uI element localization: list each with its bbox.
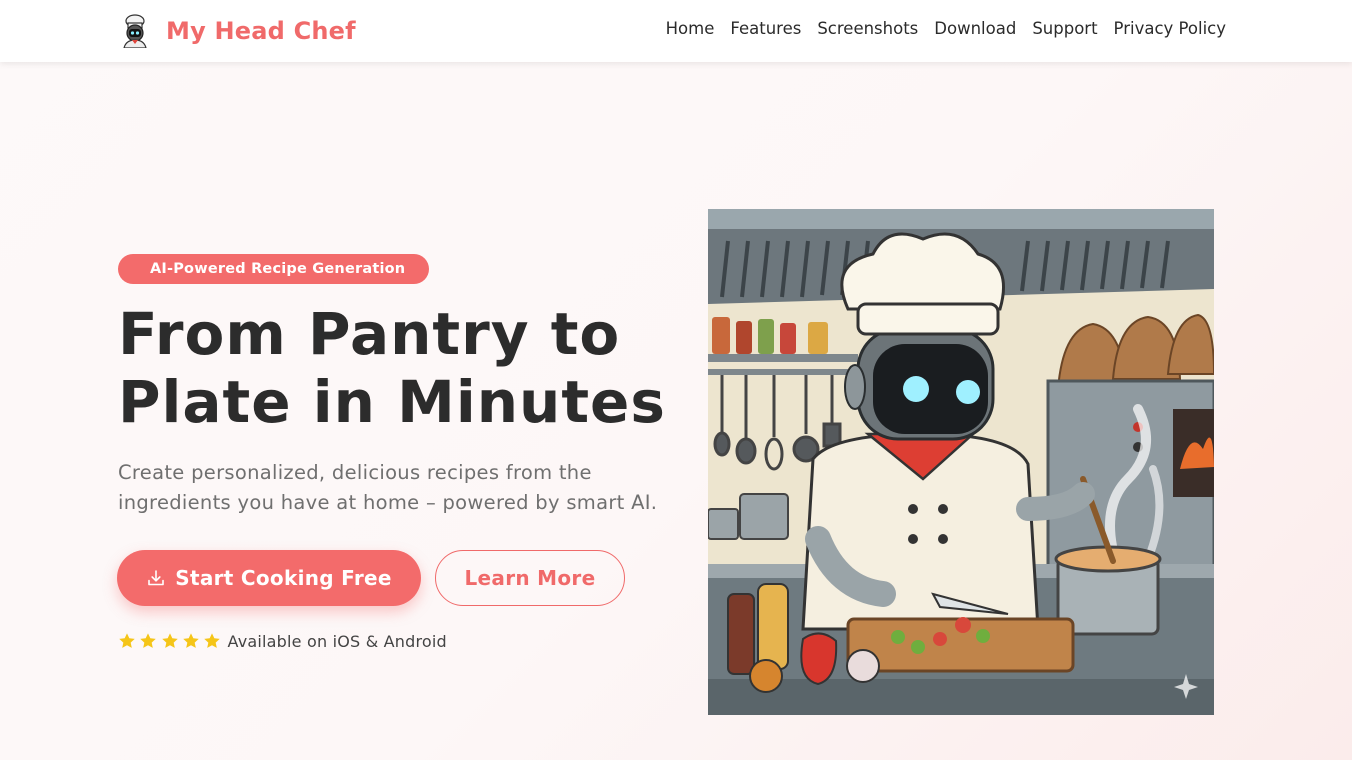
star-icon: [140, 633, 157, 648]
start-cooking-label: Start Cooking Free: [175, 566, 392, 590]
hero-title-line-1: From Pantry to: [118, 300, 621, 368]
brand-link[interactable]: My Head Chef: [118, 14, 356, 48]
top-navbar: My Head Chef Home Features Screenshots D…: [0, 0, 1352, 62]
nav-privacy-policy-link[interactable]: Privacy Policy: [1114, 19, 1226, 38]
availability-text: Available on iOS & Android: [227, 631, 447, 651]
nav-screenshots-link[interactable]: Screenshots: [817, 19, 918, 38]
star-rating: [118, 632, 224, 650]
rating-row: Available on iOS & Android: [118, 630, 447, 652]
nav-links: Home Features Screenshots Download Suppo…: [666, 19, 1226, 38]
learn-more-button[interactable]: Learn More: [435, 550, 625, 606]
nav-home-link[interactable]: Home: [666, 19, 715, 38]
star-icon: [161, 633, 178, 648]
robot-chef-cooking-illustration: [708, 209, 1214, 715]
learn-more-label: Learn More: [464, 566, 596, 590]
download-icon: [148, 570, 165, 586]
star-icon: [119, 633, 135, 648]
star-icon: [204, 633, 220, 648]
nav-support-link[interactable]: Support: [1032, 19, 1097, 38]
brand-name: My Head Chef: [166, 17, 356, 45]
star-icon: [183, 633, 199, 648]
hero-badge: AI-Powered Recipe Generation: [118, 254, 430, 284]
hero-subtitle: Create personalized, delicious recipes f…: [118, 461, 658, 514]
nav-download-link[interactable]: Download: [934, 19, 1016, 38]
robot-chef-logo-icon: [123, 14, 147, 48]
hero-title: From Pantry to Plate in Minutes: [118, 300, 678, 436]
hero-title-line-2: Plate in Minutes: [118, 368, 666, 436]
start-cooking-button[interactable]: Start Cooking Free: [117, 550, 421, 606]
nav-features-link[interactable]: Features: [730, 19, 801, 38]
